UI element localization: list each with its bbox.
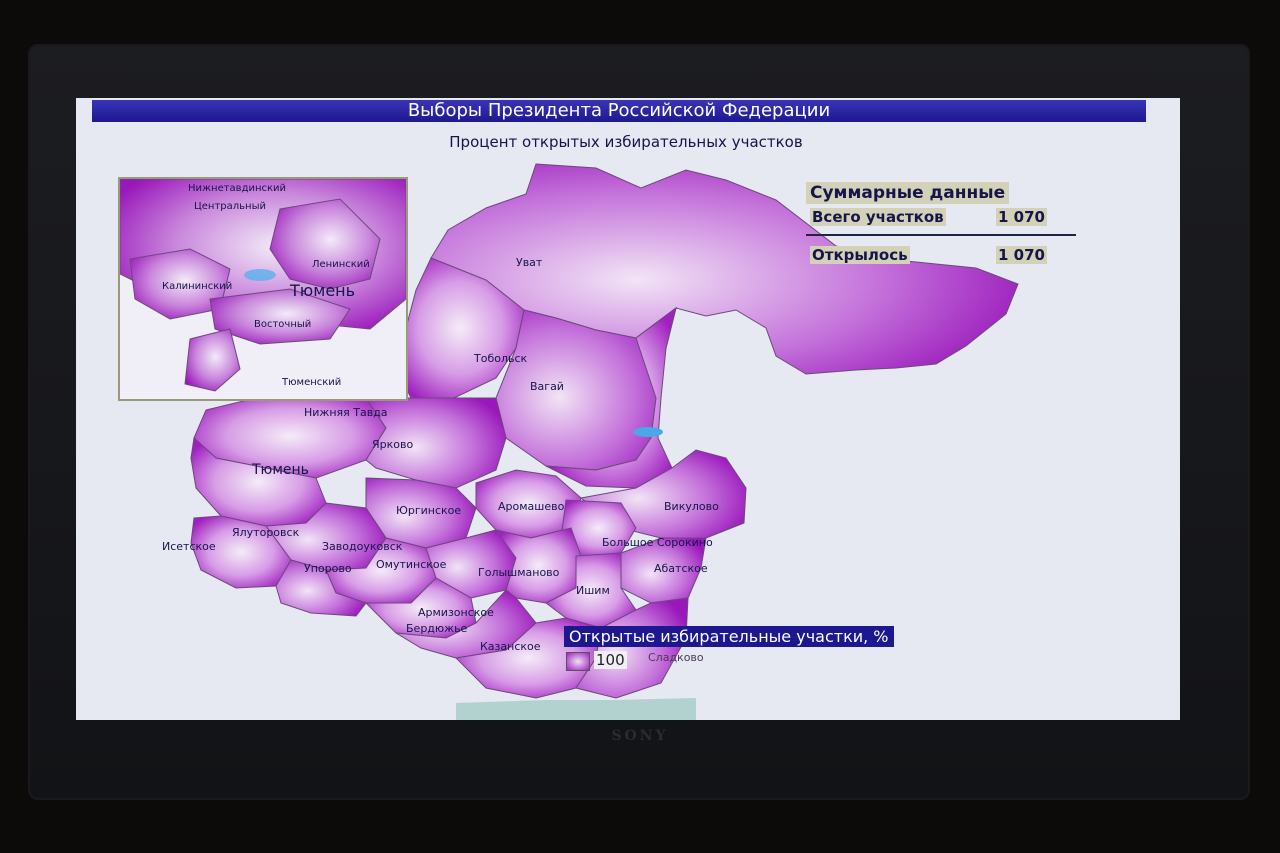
summary-total-row: Всего участков 1 070 bbox=[806, 204, 1078, 230]
summary-opened-row: Открылось 1 070 bbox=[806, 242, 1078, 268]
summary-title: Суммарные данные bbox=[806, 182, 1010, 204]
neighbour-territory bbox=[456, 698, 696, 720]
summary-total-label: Всего участков bbox=[810, 208, 946, 226]
map-label-vagai: Вагай bbox=[530, 380, 564, 393]
inset-label-tyumen: Тюмень bbox=[290, 281, 356, 300]
map-label-vikulovo: Викулово bbox=[664, 500, 719, 513]
page-subtitle: Процент открытых избирательных участков bbox=[449, 133, 803, 151]
map-label-kazanskoe: Казанское bbox=[480, 640, 541, 653]
map-label-omutinskoe: Омутинское bbox=[376, 558, 447, 571]
map-screen: Выборы Президента Российской Федерации П… bbox=[76, 98, 1180, 720]
inset-map: Нижнетавдинский Центральный Ленинский Ка… bbox=[118, 177, 408, 401]
legend-swatch bbox=[566, 652, 590, 671]
map-label-abatskoe: Абатское bbox=[654, 562, 708, 575]
lake-shape bbox=[633, 427, 663, 437]
map-label-yalutorovsk: Ялуторовск bbox=[232, 526, 300, 539]
inset-label-kalininsky: Калининский bbox=[162, 281, 233, 292]
map-label-yurginskoe: Юргинское bbox=[396, 504, 462, 517]
map-label-yarkovo: Ярково bbox=[372, 438, 414, 451]
inset-label-tsentralny: Центральный bbox=[194, 201, 266, 212]
summary-opened-value: 1 070 bbox=[996, 246, 1047, 264]
legend-title: Открытые избирательные участки, % bbox=[564, 626, 894, 647]
map-label-berdyuzhye: Бердюжье bbox=[406, 622, 468, 635]
map-label-tyumen: Тюмень bbox=[252, 462, 309, 478]
map-legend: Открытые избирательные участки, % 100 bbox=[564, 626, 894, 671]
summary-total-value: 1 070 bbox=[996, 208, 1047, 226]
page-title: Выборы Президента Российской Федерации bbox=[92, 100, 1146, 122]
map-label-uporovo: Упорово bbox=[304, 562, 352, 575]
legend-row: 100 bbox=[564, 651, 894, 671]
map-label-isetskoe: Исетское bbox=[162, 540, 216, 553]
summary-opened-label: Открылось bbox=[810, 246, 910, 264]
map-label-nizhnyaya-tavda: Нижняя Тавда bbox=[304, 406, 388, 419]
map-label-aromashevo: Аромашево bbox=[498, 500, 565, 513]
inset-label-vostochny: Восточный bbox=[254, 319, 312, 330]
map-label-tobolsk: Тобольск bbox=[474, 352, 528, 365]
inset-label-tyumensky: Тюменский bbox=[282, 377, 342, 388]
map-label-ishim: Ишим bbox=[576, 584, 610, 597]
map-label-golyshmanovo: Голышманово bbox=[478, 566, 560, 579]
map-label-armizonskoe: Армизонское bbox=[418, 606, 494, 619]
map-label-uvat: Уват bbox=[516, 256, 543, 269]
map-label-bolshoe-sorokino: Большое Сорокино bbox=[602, 536, 713, 549]
map-label-zavodoukovsk: Заводоуковск bbox=[322, 540, 403, 553]
summary-divider bbox=[806, 234, 1076, 236]
inset-label-nizhnetavdinsky: Нижнетавдинский bbox=[188, 183, 287, 194]
tv-brand-logo: SONY bbox=[611, 728, 669, 744]
summary-panel: Суммарные данные Всего участков 1 070 От… bbox=[806, 182, 1078, 268]
legend-value: 100 bbox=[594, 651, 627, 669]
inset-label-leninsky: Ленинский bbox=[312, 259, 370, 270]
